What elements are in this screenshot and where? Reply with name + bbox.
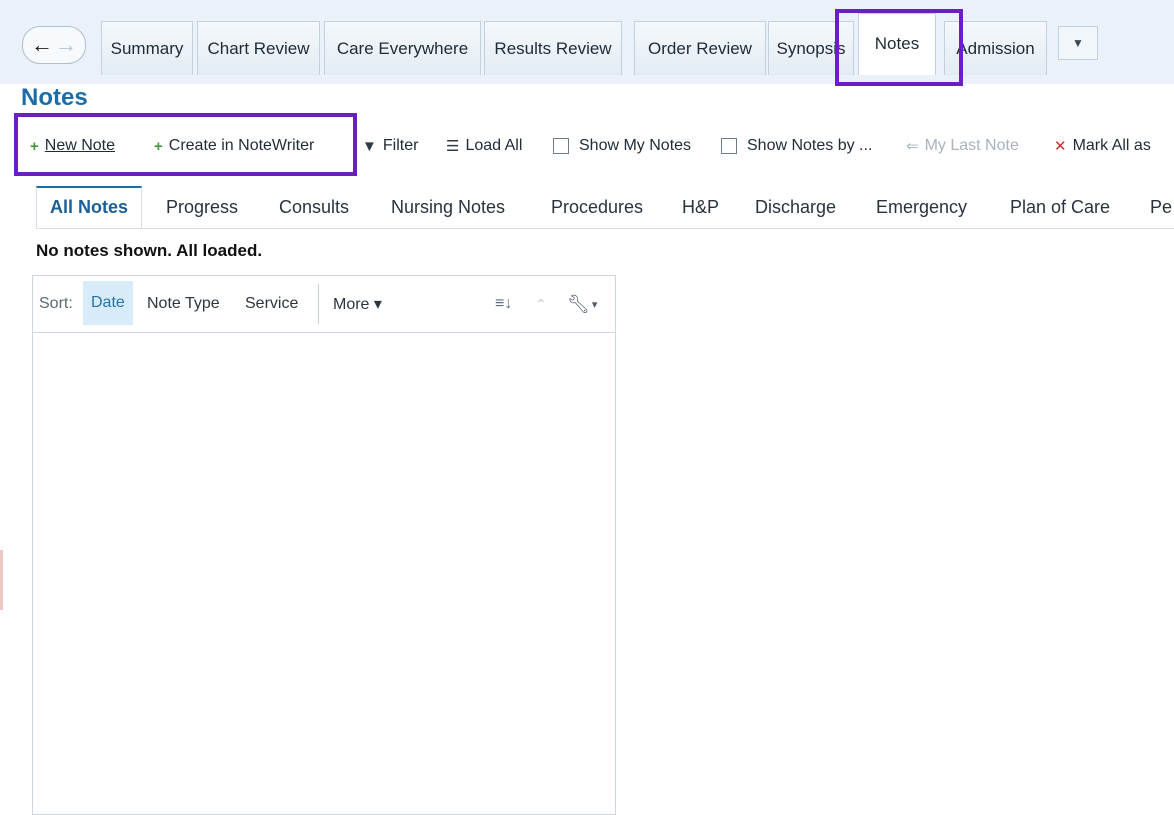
new-note-button[interactable]: + New Note xyxy=(30,132,115,160)
filter-icon: ▼ xyxy=(362,137,377,155)
subtab-all-notes[interactable]: All Notes xyxy=(36,186,143,228)
collapse-button[interactable]: ⌃ xyxy=(535,276,547,332)
wrench-icon: 🔧︎ xyxy=(567,293,590,314)
subtab-more-truncated[interactable]: Pe xyxy=(1150,186,1172,228)
subtab-discharge[interactable]: Discharge xyxy=(755,186,836,228)
settings-dropdown[interactable]: 🔧︎ ▾ xyxy=(567,276,597,332)
show-notes-by-label: Show Notes by ... xyxy=(747,137,873,154)
subtab-nursing-notes[interactable]: Nursing Notes xyxy=(391,186,505,228)
sort-descending-icon: ≡↓ xyxy=(495,295,513,312)
sort-order-button[interactable]: ≡↓ xyxy=(495,276,512,332)
sort-label: Sort: xyxy=(39,295,73,312)
mark-read-icon: ✕ xyxy=(1054,138,1067,155)
subtab-consults[interactable]: Consults xyxy=(279,186,349,228)
notes-list-panel: Sort: Date Note Type Service More ▾ ≡↓ ⌃… xyxy=(32,275,616,815)
mark-all-as-label: Mark All as xyxy=(1072,137,1151,154)
tab-summary[interactable]: Summary xyxy=(101,21,193,75)
sort-by-note-type-button[interactable]: Note Type xyxy=(147,276,220,332)
chevron-down-icon: ▼ xyxy=(1072,36,1084,50)
navigation-arrows: ← → xyxy=(22,26,86,64)
activity-tab-strip: ← → Summary Chart Review Care Everywhere… xyxy=(0,0,1174,86)
chevron-down-icon: ▾ xyxy=(591,298,598,311)
filter-label: Filter xyxy=(382,137,419,154)
subtab-plan-of-care[interactable]: Plan of Care xyxy=(1010,186,1110,228)
subtab-emergency[interactable]: Emergency xyxy=(876,186,967,228)
tab-order-review[interactable]: Order Review xyxy=(634,21,766,75)
create-in-notewriter-button[interactable]: + Create in NoteWriter xyxy=(154,132,314,160)
more-sort-dropdown[interactable]: More ▾ xyxy=(333,276,382,332)
subtab-h-and-p[interactable]: H&P xyxy=(682,186,719,228)
subtab-procedures[interactable]: Procedures xyxy=(551,186,643,228)
subtab-progress[interactable]: Progress xyxy=(166,186,238,228)
sort-bar: Sort: Date Note Type Service More ▾ ≡↓ ⌃… xyxy=(33,276,615,333)
add-note-icon: + xyxy=(30,137,39,155)
sort-by-service-button[interactable]: Service xyxy=(245,276,298,332)
note-type-tabs: All Notes Progress Consults Nursing Note… xyxy=(36,186,1174,229)
tab-synopsis[interactable]: Synopsis xyxy=(768,21,854,75)
new-note-label: New Note xyxy=(44,137,116,154)
show-notes-by-checkbox[interactable] xyxy=(721,138,737,154)
left-edge-marker xyxy=(0,550,3,610)
show-notes-by-toggle[interactable]: Show Notes by ... xyxy=(721,132,872,160)
notes-status-message: No notes shown. All loaded. xyxy=(36,241,263,260)
page-title: Notes xyxy=(21,84,88,111)
add-note-icon: + xyxy=(154,137,163,155)
arrow-left-icon: ⇐ xyxy=(906,138,919,155)
forward-arrow-icon[interactable]: → xyxy=(55,34,77,56)
my-last-note-label: My Last Note xyxy=(924,137,1019,154)
chevron-up-icon: ⌃ xyxy=(535,295,547,312)
my-last-note-button[interactable]: ⇐ My Last Note xyxy=(906,132,1019,160)
filter-button[interactable]: ▼ Filter xyxy=(362,132,418,160)
tab-results-review[interactable]: Results Review xyxy=(484,21,622,75)
sort-bar-divider xyxy=(318,284,319,324)
more-tabs-dropdown[interactable]: ▼ xyxy=(1058,26,1098,60)
tab-notes[interactable]: Notes xyxy=(858,13,936,75)
tab-admission[interactable]: Admission xyxy=(944,21,1047,75)
show-my-notes-checkbox[interactable] xyxy=(553,138,569,154)
show-my-notes-toggle[interactable]: Show My Notes xyxy=(553,132,691,160)
tab-care-everywhere[interactable]: Care Everywhere xyxy=(324,21,481,75)
blank-area xyxy=(1004,456,1174,528)
list-icon: ☰ xyxy=(446,138,460,155)
back-arrow-icon[interactable]: ← xyxy=(31,34,53,56)
sort-by-date-button[interactable]: Date xyxy=(83,281,133,325)
tab-chart-review[interactable]: Chart Review xyxy=(197,21,320,75)
load-all-label: Load All xyxy=(465,137,523,154)
show-my-notes-label: Show My Notes xyxy=(579,137,692,154)
mark-all-as-button[interactable]: ✕ Mark All as xyxy=(1054,132,1151,160)
notes-toolbar: + New Note + Create in NoteWriter ▼ Filt… xyxy=(30,132,1174,160)
create-in-notewriter-label: Create in NoteWriter xyxy=(168,137,315,154)
load-all-button[interactable]: ☰ Load All xyxy=(446,132,522,160)
